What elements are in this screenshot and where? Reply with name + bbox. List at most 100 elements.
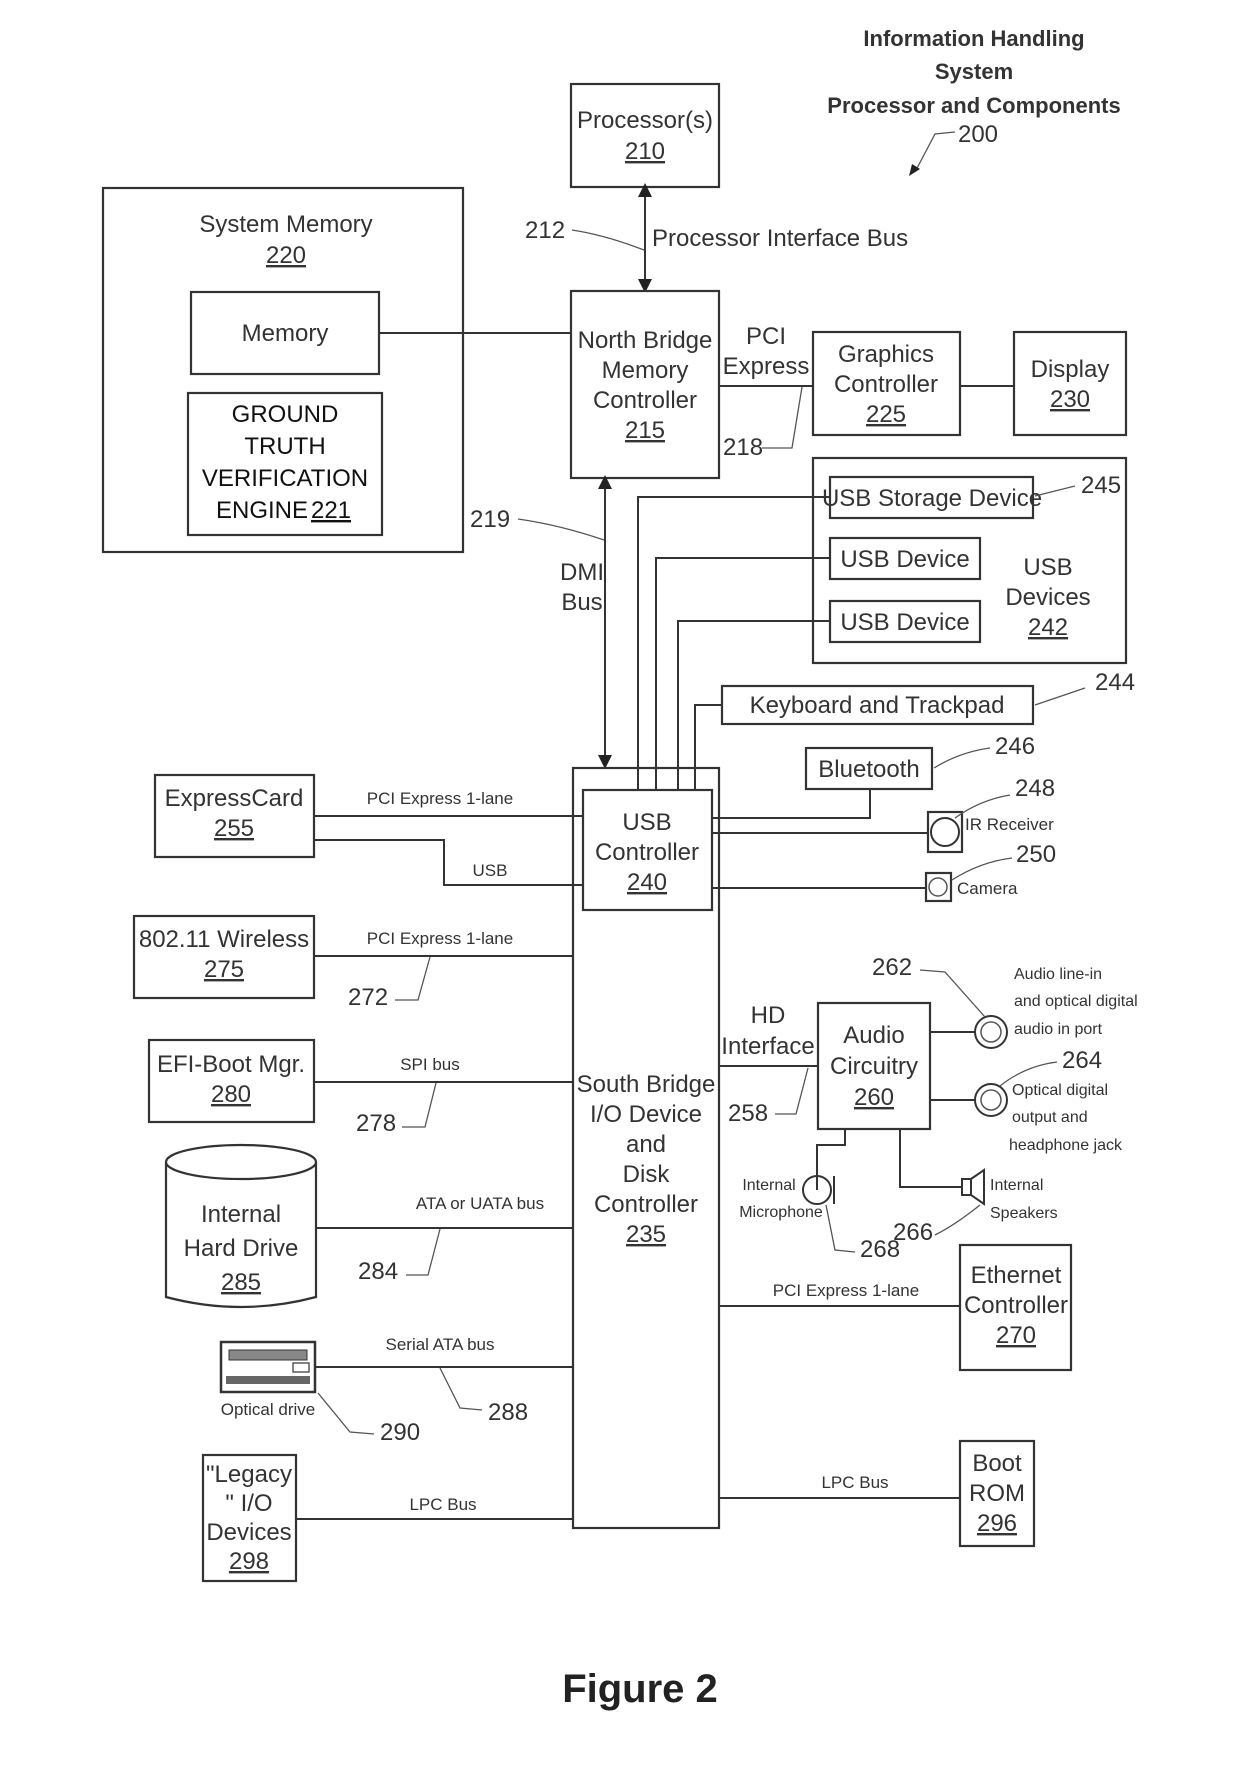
speaker-icon [961,1178,972,1196]
svg-text:270: 270 [996,1322,1036,1349]
svg-text:Internal: Internal [742,1177,795,1194]
usb-storage-device-block[interactable]: USB Storage Device [822,475,1042,520]
pci-express-ref: 218 [723,434,763,461]
audio-line-in-ref: 262 [872,954,912,981]
svg-text:System: System [935,59,1013,84]
svg-text:EFI-Boot Mgr.: EFI-Boot Mgr. [157,1051,305,1078]
dmi-ref: 219 [470,506,510,533]
svg-text:Circuitry: Circuitry [830,1053,918,1080]
svg-text:Bus: Bus [561,589,602,616]
hard-drive-icon [164,1143,318,1181]
svg-text:DMI: DMI [560,559,604,586]
svg-text:PCI Express 1-lane: PCI Express 1-lane [367,929,513,948]
svg-text:802.11 Wireless: 802.11 Wireless [139,926,309,953]
processor-block[interactable]: Processor(s) 210 [569,82,721,189]
svg-text:USB Device: USB Device [840,546,969,573]
usb-device-block[interactable]: USB Device [828,536,982,581]
headphone-jack-icon [974,1083,1008,1117]
svg-text:Controller: Controller [834,371,938,398]
svg-text:225: 225 [866,401,906,428]
svg-text:Controller: Controller [595,839,699,866]
system-block-diagram: Information Handling System Processor an… [101,26,1138,1711]
svg-text:" I/O: " I/O [225,1490,272,1517]
svg-text:Audio line-in: Audio line-in [1014,966,1102,983]
svg-text:ATA or UATA bus: ATA or UATA bus [416,1194,544,1213]
svg-text:Information Handling: Information Handling [863,26,1084,51]
wireless-block[interactable]: 802.11 Wireless 275 [132,914,316,1000]
svg-text:210: 210 [625,138,665,165]
ground-truth-verification-engine-block[interactable]: GROUND TRUTH VERIFICATION ENGINE 221 [186,391,384,537]
spi-ref: 278 [356,1110,396,1137]
usb-device-block[interactable]: USB Device [828,599,982,644]
ethernet-controller-block[interactable]: Ethernet Controller 270 [958,1243,1073,1372]
svg-text:output and: output and [1012,1109,1088,1126]
boot-rom-block[interactable]: Boot ROM 296 [958,1439,1036,1548]
bluetooth-block[interactable]: Bluetooth [804,746,934,791]
svg-text:296: 296 [977,1510,1017,1537]
audio-line-in-port[interactable]: Audio line-in and optical digital audio … [974,966,1138,1049]
svg-text:"Legacy: "Legacy [206,1461,292,1488]
usb-device-link [655,557,830,790]
internal-microphone[interactable]: Internal Microphone [739,1175,835,1221]
optical-drive[interactable]: Optical drive [219,1340,317,1419]
svg-text:PCI: PCI [746,323,786,350]
audio-circuitry-block[interactable]: Audio Circuitry 260 [816,1001,932,1131]
svg-text:SPI bus: SPI bus [400,1055,460,1074]
svg-text:USB Device: USB Device [840,609,969,636]
title-ref: 200 [958,121,998,148]
graphics-controller-block[interactable]: Graphics Controller 225 [811,330,962,437]
legacy-io-devices-block[interactable]: "Legacy " I/O Devices 298 [201,1453,298,1583]
display-block[interactable]: Display 230 [1012,330,1128,437]
microphone-ref: 268 [860,1236,900,1263]
svg-text:VERIFICATION: VERIFICATION [202,465,368,492]
expresscard-usb-link [314,839,583,886]
svg-text:Memory: Memory [242,320,329,347]
svg-text:USB Storage Device: USB Storage Device [822,485,1042,512]
internal-speakers[interactable]: Internal Speakers [961,1168,1058,1222]
svg-text:Hard Drive: Hard Drive [184,1235,299,1262]
svg-text:HD: HD [751,1002,786,1029]
speaker-link [899,1129,962,1188]
svg-text:Internal: Internal [990,1177,1043,1194]
svg-text:I/O Device: I/O Device [590,1101,702,1128]
svg-text:Serial ATA bus: Serial ATA bus [386,1335,495,1354]
svg-text:North Bridge: North Bridge [578,327,713,354]
svg-text:Display: Display [1031,356,1110,383]
svg-text:Camera: Camera [957,879,1018,898]
svg-text:220: 220 [266,242,306,269]
keyboard-ref: 244 [1095,669,1135,696]
svg-text:298: 298 [229,1548,269,1575]
svg-text:ENGINE: ENGINE [216,497,308,524]
camera[interactable]: Camera [924,871,1018,903]
svg-text:Optical drive: Optical drive [221,1400,315,1419]
figure-label: Figure 2 [562,1667,718,1711]
svg-text:Audio: Audio [843,1022,904,1049]
svg-text:Disk: Disk [623,1161,671,1188]
diagram-title: Information Handling System Processor an… [827,26,1121,176]
svg-text:280: 280 [211,1081,251,1108]
svg-text:Devices: Devices [1005,584,1090,611]
svg-text:LPC Bus: LPC Bus [409,1495,476,1514]
optical-digital-output-port[interactable]: Optical digital output and headphone jac… [974,1082,1123,1154]
processor-bus-label: Processor Interface Bus [652,225,908,252]
expresscard-block[interactable]: ExpressCard 255 [153,773,316,859]
svg-text:230: 230 [1050,386,1090,413]
svg-text:ROM: ROM [969,1480,1025,1507]
internal-hard-drive[interactable]: Internal Hard Drive 285 [164,1143,318,1309]
svg-text:Processor(s): Processor(s) [577,107,713,134]
svg-text:Controller: Controller [594,1191,698,1218]
hd-interface-ref: 258 [728,1100,768,1127]
svg-text:headphone jack: headphone jack [1009,1137,1123,1154]
north-bridge-block[interactable]: North Bridge Memory Controller 215 [569,289,721,480]
svg-text:215: 215 [625,417,665,444]
svg-text:Interface: Interface [721,1033,814,1060]
keyboard-trackpad-block[interactable]: Keyboard and Trackpad [720,684,1035,726]
usb-controller-block[interactable]: USB Controller 240 [581,788,714,912]
efi-boot-manager-block[interactable]: EFI-Boot Mgr. 280 [147,1038,316,1124]
memory-block[interactable]: Memory [189,290,381,376]
svg-text:Microphone: Microphone [739,1204,823,1221]
svg-text:and optical digital: and optical digital [1014,993,1138,1010]
svg-text:TRUTH: TRUTH [244,433,325,460]
svg-text:Speakers: Speakers [990,1205,1058,1222]
svg-text:Keyboard and Trackpad: Keyboard and Trackpad [750,692,1005,719]
